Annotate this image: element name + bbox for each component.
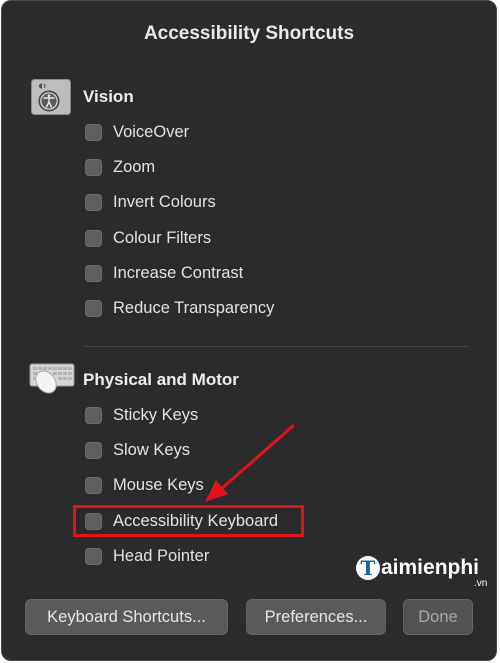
watermark-suffix: .vn [474, 578, 488, 589]
preferences-button[interactable]: Preferences... [246, 599, 386, 635]
watermark-logo: T aimienphi .vn [356, 556, 487, 589]
done-button[interactable]: Done [403, 599, 473, 635]
keyboard-shortcuts-button[interactable]: Keyboard Shortcuts... [25, 599, 228, 635]
watermark-text: aimienphi [381, 556, 480, 579]
accessibility-shortcuts-dialog: Accessibility Shortcuts Vision VoiceOver… [1, 0, 497, 661]
watermark-logo-letter: T [356, 556, 380, 580]
